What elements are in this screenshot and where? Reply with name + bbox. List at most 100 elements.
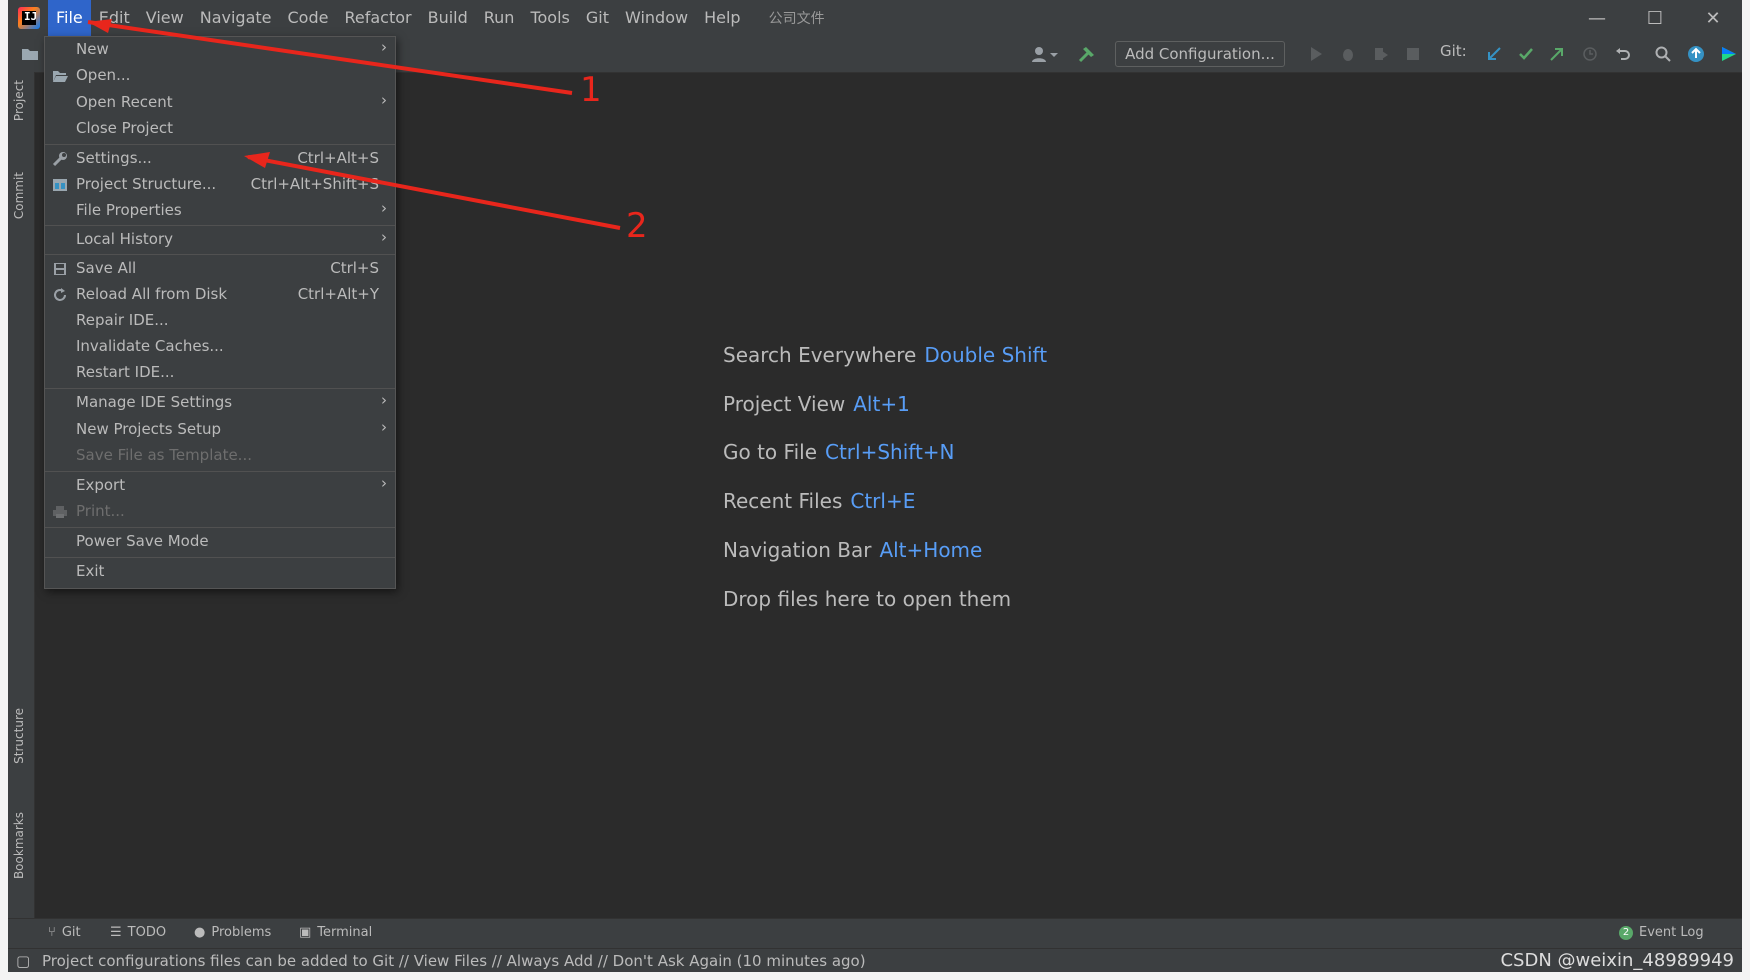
search-icon[interactable] — [1652, 42, 1674, 66]
menu-item-power-save-mode[interactable]: Power Save Mode — [45, 530, 395, 554]
menu-help[interactable]: Help — [696, 0, 748, 36]
status-message[interactable]: Project configurations files can be adde… — [42, 949, 866, 972]
menu-edit[interactable]: Edit — [91, 0, 138, 36]
menu-item-close-project[interactable]: Close Project — [45, 117, 395, 141]
menu-item-open-recent[interactable]: Open Recent › — [45, 91, 395, 115]
status-bar: ▢ Project configurations files can be ad… — [8, 948, 1742, 972]
submenu-arrow-icon: › — [381, 474, 387, 492]
menu-separator — [45, 471, 395, 472]
menu-item-label: Settings... — [76, 149, 152, 167]
menu-item-settings[interactable]: Settings... Ctrl+Alt+S — [45, 147, 395, 171]
menu-item-shortcut: Ctrl+Alt+Y — [297, 285, 379, 303]
intellij-logo-icon: IJ — [18, 7, 40, 29]
right-window-edge — [1742, 0, 1750, 980]
menu-item-export[interactable]: Export › — [45, 474, 395, 498]
printer-icon — [51, 503, 69, 521]
jetbrains-toolbox-icon[interactable] — [1718, 42, 1740, 66]
add-configuration-button[interactable]: Add Configuration... — [1115, 41, 1285, 67]
menu-view[interactable]: View — [138, 0, 192, 36]
tab-commit[interactable]: Commit — [12, 172, 26, 219]
menu-item-new[interactable]: New › — [45, 38, 395, 62]
menu-build[interactable]: Build — [420, 0, 476, 36]
menu-refactor[interactable]: Refactor — [336, 0, 419, 36]
minimize-button[interactable]: — — [1568, 0, 1626, 36]
hint-label: Recent Files — [723, 489, 843, 513]
menu-item-local-history[interactable]: Local History › — [45, 228, 395, 252]
menu-item-save-file-as-template: Save File as Template... — [45, 444, 395, 468]
hint-label: Search Everywhere — [723, 343, 917, 367]
menu-item-new-projects-setup[interactable]: New Projects Setup › — [45, 418, 395, 442]
menu-item-label: Restart IDE... — [76, 363, 175, 381]
menu-window[interactable]: Window — [617, 0, 696, 36]
menu-item-file-properties[interactable]: File Properties › — [45, 199, 395, 223]
menu-separator — [45, 225, 395, 226]
tab-bookmarks[interactable]: Bookmarks — [12, 812, 26, 879]
menu-item-shortcut: Ctrl+Alt+Shift+S — [250, 175, 379, 193]
debug-icon[interactable] — [1337, 42, 1359, 66]
user-dropdown-icon[interactable] — [1028, 42, 1062, 66]
menu-item-save-all[interactable]: Save All Ctrl+S — [45, 257, 395, 281]
git-commit-icon[interactable] — [1515, 42, 1537, 66]
git-update-icon[interactable] — [1483, 42, 1505, 66]
menu-item-label: Save All — [76, 259, 137, 277]
status-toggle-icon[interactable]: ▢ — [16, 949, 30, 972]
tab-todo[interactable]: ☰ TODO — [110, 925, 166, 940]
menu-item-label: Manage IDE Settings — [76, 393, 233, 411]
terminal-icon: ▣ — [299, 925, 312, 940]
menu-item-label: Invalidate Caches... — [76, 337, 224, 355]
menu-git[interactable]: Git — [578, 0, 617, 36]
git-label: Git: — [1440, 42, 1467, 60]
event-log-label: Event Log — [1639, 925, 1704, 940]
hint-label: Drop files here to open them — [723, 587, 1012, 611]
watermark: CSDN @weixin_48989949 — [1500, 950, 1734, 971]
menu-separator — [45, 144, 395, 145]
menu-item-manage-ide-settings[interactable]: Manage IDE Settings › — [45, 391, 395, 415]
project-structure-icon — [51, 176, 69, 194]
menu-item-label: New Projects Setup — [76, 420, 222, 438]
left-tool-strip: Project Commit Structure Bookmarks — [8, 72, 35, 918]
tab-project[interactable]: Project — [12, 80, 26, 121]
build-hammer-icon[interactable] — [1075, 42, 1099, 66]
menu-tools[interactable]: Tools — [522, 0, 577, 36]
menu-item-label: New — [76, 40, 109, 58]
hint-navigation-bar: Navigation Bar Alt+Home — [723, 538, 982, 562]
ide-update-icon[interactable] — [1685, 42, 1707, 66]
menu-item-reload-all[interactable]: Reload All from Disk Ctrl+Alt+Y — [45, 283, 395, 307]
menu-item-open[interactable]: Open... — [45, 64, 395, 88]
menu-run[interactable]: Run — [476, 0, 523, 36]
menu-item-repair-ide[interactable]: Repair IDE... — [45, 309, 395, 333]
menu-item-label: Reload All from Disk — [76, 285, 228, 303]
reload-icon — [51, 286, 69, 304]
menu-separator — [45, 254, 395, 255]
event-log-button[interactable]: 2 Event Log — [1619, 925, 1704, 940]
coverage-icon[interactable] — [1370, 42, 1392, 66]
hint-label: Go to File — [723, 440, 817, 464]
menu-item-exit[interactable]: Exit — [45, 560, 395, 584]
maximize-button[interactable]: ☐ — [1626, 0, 1684, 36]
project-name: 公司文件 — [768, 11, 825, 27]
close-button[interactable]: ✕ — [1684, 0, 1742, 36]
tab-git[interactable]: ⑂ Git — [48, 925, 81, 940]
menu-item-label: Repair IDE... — [76, 311, 169, 329]
tab-todo-label: TODO — [127, 925, 167, 940]
tab-structure[interactable]: Structure — [12, 708, 26, 764]
git-push-icon[interactable] — [1546, 42, 1568, 66]
menu-file[interactable]: File — [48, 0, 91, 36]
menu-item-label: Local History — [76, 230, 174, 248]
menu-item-label: File Properties — [76, 201, 182, 219]
menu-item-project-structure[interactable]: Project Structure... Ctrl+Alt+Shift+S — [45, 173, 395, 197]
tab-terminal[interactable]: ▣ Terminal — [299, 925, 372, 940]
project-folder-icon[interactable] — [18, 42, 42, 66]
folder-open-icon — [51, 67, 69, 85]
menu-code[interactable]: Code — [280, 0, 337, 36]
menu-item-restart-ide[interactable]: Restart IDE... — [45, 361, 395, 385]
menu-item-invalidate-caches[interactable]: Invalidate Caches... — [45, 335, 395, 359]
git-history-icon[interactable] — [1579, 42, 1601, 66]
menu-item-label: Open... — [76, 66, 131, 84]
stop-icon[interactable] — [1402, 42, 1424, 66]
tab-terminal-label: Terminal — [317, 925, 373, 940]
menu-navigate[interactable]: Navigate — [192, 0, 280, 36]
tab-problems[interactable]: ● Problems — [194, 925, 271, 940]
run-icon[interactable] — [1305, 42, 1327, 66]
git-rollback-icon[interactable] — [1612, 42, 1634, 66]
